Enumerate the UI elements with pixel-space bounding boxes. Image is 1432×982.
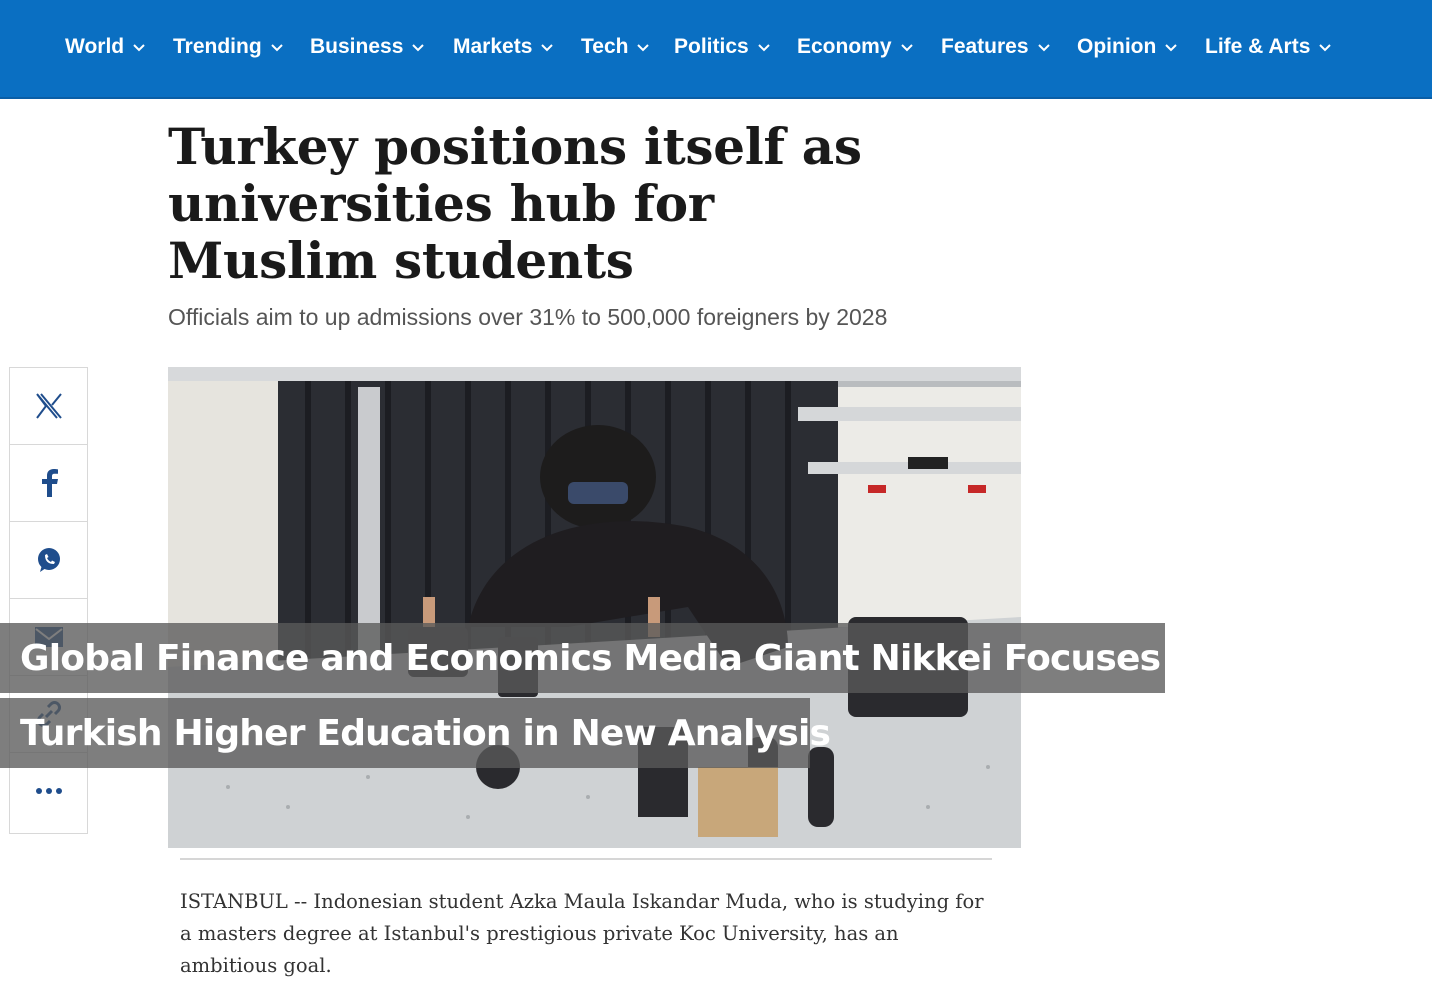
nav-item-label: Economy: [797, 35, 892, 58]
share-whatsapp-button[interactable]: [10, 522, 87, 599]
chevron-down-icon: [270, 44, 283, 52]
share-facebook-button[interactable]: [10, 445, 87, 522]
nav-item-label: Features: [941, 35, 1029, 58]
article-lead-paragraph: ISTANBUL -- Indonesian student Azka Maul…: [180, 890, 984, 977]
nav-item-label: Tech: [581, 35, 629, 58]
chevron-down-icon: [1037, 44, 1050, 52]
more-icon: [35, 788, 62, 794]
chevron-down-icon: [541, 44, 554, 52]
chevron-down-icon: [1319, 44, 1332, 52]
nav-item-label: World: [65, 35, 125, 58]
share-x-button[interactable]: [10, 368, 87, 445]
overlay-text-1: Global Finance and Economics Media Giant…: [20, 637, 1222, 679]
article-divider: [180, 858, 992, 860]
overlay-caption-line-2: Turkish Higher Education in New Analysis: [0, 698, 831, 768]
nav-item-label: Opinion: [1077, 35, 1157, 58]
chevron-down-icon: [900, 44, 913, 52]
nav-item-features[interactable]: Features: [941, 33, 1051, 61]
chevron-down-icon: [133, 44, 145, 52]
overlay-text-2: Turkish Higher Education in New Analysis: [20, 712, 831, 754]
nav-item-life-arts[interactable]: Life & Arts: [1205, 33, 1332, 61]
nav-item-label: Trending: [173, 35, 262, 58]
lab-photo-illustration: [168, 367, 1021, 848]
nav-item-label: Life & Arts: [1205, 35, 1311, 58]
top-navigation-bar: World Trending Business Markets Tech Pol…: [0, 0, 1432, 99]
overlay-caption-line-1: Global Finance and Economics Media Giant…: [0, 623, 1222, 693]
nav-item-markets[interactable]: Markets: [453, 33, 554, 61]
facebook-icon: [41, 469, 58, 497]
whatsapp-icon: [37, 548, 60, 572]
nav-item-label: Markets: [453, 35, 533, 58]
nav-item-label: Business: [310, 35, 404, 58]
nav-item-economy[interactable]: Economy: [797, 33, 914, 61]
x-icon: [35, 393, 62, 419]
article-photo: [168, 367, 1021, 848]
nav-item-business[interactable]: Business: [310, 33, 425, 61]
nav-item-label: Politics: [674, 35, 749, 58]
chevron-down-icon: [757, 44, 770, 52]
article-subheadline: Officials aim to up admissions over 31% …: [168, 304, 888, 330]
nav-item-world[interactable]: World: [65, 33, 146, 61]
nav-item-opinion[interactable]: Opinion: [1077, 33, 1178, 61]
nav-item-tech[interactable]: Tech: [581, 33, 650, 61]
chevron-down-icon: [637, 44, 650, 52]
article-headline: Turkey positions itself as universities …: [168, 117, 862, 290]
nav-item-politics[interactable]: Politics: [674, 33, 771, 61]
chevron-down-icon: [412, 44, 425, 52]
nav-item-trending[interactable]: Trending: [173, 33, 284, 61]
chevron-down-icon: [1165, 44, 1178, 52]
